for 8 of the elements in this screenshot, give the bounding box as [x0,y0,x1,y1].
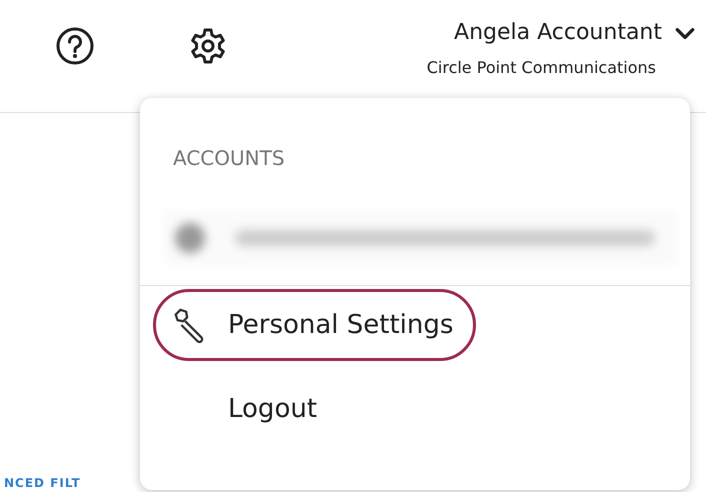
menu-item[interactable]: Personal Settings [153,289,476,361]
menu-item[interactable]: Logout [153,373,340,445]
help-icon[interactable] [55,26,95,66]
filter-link[interactable]: NCED FILT [4,476,81,490]
company-name: Circle Point Communications [426,58,656,77]
user-name[interactable]: Angela Accountant [454,18,662,48]
section-title: ACCOUNTS [173,146,286,172]
settings-icon[interactable] [188,26,228,66]
